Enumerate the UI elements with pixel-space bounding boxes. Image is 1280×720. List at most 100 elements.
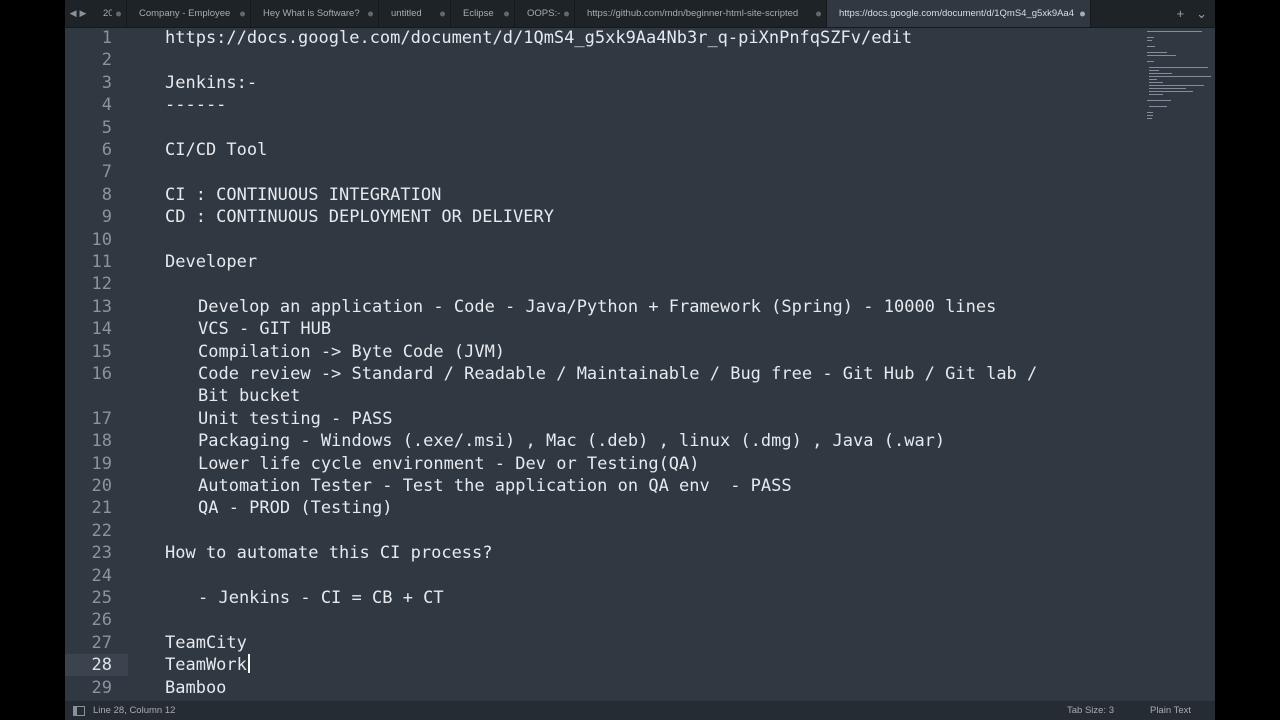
line-text: CI : CONTINUOUS INTEGRATION: [165, 184, 441, 206]
chevron-right-icon[interactable]: ▶: [80, 8, 87, 19]
tab-label: OOPS:-: [527, 8, 560, 19]
editor-line[interactable]: 7: [65, 161, 1143, 183]
tab-label: Company - Employee: [139, 8, 231, 19]
editor-line[interactable]: 24: [65, 565, 1143, 587]
text-editor[interactable]: 1 https://docs.google.com/document/d/1QmS…: [65, 27, 1143, 701]
tab-label: untitled: [391, 8, 422, 19]
tab-size-indicator[interactable]: Tab Size: 3: [1067, 705, 1114, 716]
editor-line[interactable]: 21 QA - PROD (Testing): [65, 497, 1143, 519]
editor-line[interactable]: 27 TeamCity: [65, 632, 1143, 654]
editor-line[interactable]: 28 TeamWork: [65, 654, 1143, 676]
editor-line[interactable]: 2: [65, 49, 1143, 71]
cursor-position[interactable]: Line 28, Column 12: [93, 705, 175, 716]
tab-close-icon[interactable]: [816, 11, 821, 16]
minimap-line: [1149, 76, 1211, 77]
line-number: 5: [101, 117, 112, 138]
line-number: 10: [91, 229, 112, 250]
editor-line[interactable]: 1 https://docs.google.com/document/d/1QmS…: [65, 27, 1143, 49]
editor-line[interactable]: 18 Packaging - Windows (.exe/.msi) , Mac …: [65, 430, 1143, 452]
minimap-line: [1147, 61, 1154, 62]
editor-line[interactable]: 23 How to automate this CI process?: [65, 542, 1143, 564]
line-text: Bit bucket: [198, 385, 300, 407]
line-text: https://docs.google.com/document/d/1QmS4…: [165, 27, 912, 49]
tab-overflow-icon[interactable]: ⌄: [1196, 6, 1207, 22]
line-content: Compilation -> Byte Code (JVM): [198, 341, 506, 362]
editor-line[interactable]: 26: [65, 609, 1143, 631]
minimap-line: [1149, 85, 1204, 86]
editor-line[interactable]: 29 Bamboo: [65, 677, 1143, 699]
minimap-line: [1149, 79, 1157, 80]
text-cursor: [247, 654, 250, 674]
editor-window: ◀ ▶ 2011 Company - Employee Hey What is So…: [65, 0, 1215, 720]
editor-line[interactable]: 9 CD : CONTINUOUS DEPLOYMENT OR DELIVERY: [65, 206, 1143, 228]
line-number: 6: [101, 140, 112, 160]
editor-line[interactable]: 20 Automation Tester - Test the applicati…: [65, 475, 1143, 497]
panel-toggle-icon[interactable]: [73, 705, 85, 716]
line-text: VCS - GIT HUB: [198, 318, 331, 340]
tab-item[interactable]: Eclipse: [451, 0, 515, 27]
minimap-line: [1149, 82, 1164, 83]
tab-navigation[interactable]: ◀ ▶: [65, 0, 91, 27]
editor-line[interactable]: 15 Compilation -> Byte Code (JVM): [65, 341, 1143, 363]
line-text: Packaging - Windows (.exe/.msi) , Mac (.…: [198, 430, 945, 452]
editor-line[interactable]: 14 VCS - GIT HUB: [65, 318, 1143, 340]
line-content: ------: [165, 95, 227, 116]
line-number: 26: [91, 610, 112, 631]
line-content: TeamWork: [165, 655, 247, 676]
tab-item[interactable]: 2011: [91, 0, 127, 27]
editor-line[interactable]: 11 Developer: [65, 251, 1143, 273]
line-number: 9: [101, 207, 112, 228]
chevron-left-icon[interactable]: ◀: [70, 8, 77, 19]
tab-item[interactable]: OOPS:-: [515, 0, 575, 27]
tab-close-icon[interactable]: [368, 11, 373, 16]
tab-close-icon[interactable]: [240, 11, 245, 16]
editor-line[interactable]: 16 Code review -> Standard / Readable / M…: [65, 363, 1143, 385]
syntax-indicator[interactable]: Plain Text: [1150, 705, 1191, 716]
editor-line[interactable]: 3 Jenkins:-: [65, 72, 1143, 94]
line-text: Compilation -> Byte Code (JVM): [198, 341, 505, 363]
tab-close-icon[interactable]: [504, 11, 509, 16]
editor-line[interactable]: 10: [65, 229, 1143, 251]
editor-line[interactable]: 4 ------: [65, 94, 1143, 116]
tab-item[interactable]: Hey What is Software?: [251, 0, 379, 27]
editor-line[interactable]: 6 CI/CD Tool: [65, 139, 1143, 161]
editor-line[interactable]: 13 Develop an application - Code - Java/P…: [65, 296, 1143, 318]
line-content: Develop an application - Code - Java/Pyt…: [198, 296, 997, 317]
line-text: TeamCity: [165, 632, 247, 654]
editor-line[interactable]: 19 Lower life cycle environment - Dev or …: [65, 453, 1143, 475]
tab-item[interactable]: https://docs.google.com/document/d/1QmS4…: [827, 0, 1091, 27]
minimap-line: [1149, 91, 1193, 92]
tab-close-icon[interactable]: [1080, 11, 1085, 16]
minimap-line: [1147, 37, 1154, 38]
editor-line[interactable]: 22: [65, 520, 1143, 542]
editor-line[interactable]: 17 Unit testing - PASS: [65, 408, 1143, 430]
editor-line[interactable]: 8 CI : CONTINUOUS INTEGRATION: [65, 184, 1143, 206]
line-content: Bamboo: [165, 677, 227, 698]
line-number: 28: [91, 655, 112, 676]
tab-item[interactable]: Company - Employee: [127, 0, 251, 27]
new-tab-icon[interactable]: +: [1177, 6, 1185, 21]
line-text: ------: [165, 94, 226, 116]
tab-close-icon[interactable]: [116, 11, 121, 16]
tab-label: Hey What is Software?: [263, 8, 360, 19]
tab-item[interactable]: https://github.com/mdn/beginner-html-sit…: [575, 0, 827, 27]
line-content: QA - PROD (Testing): [198, 498, 393, 519]
line-number: 14: [91, 319, 112, 340]
line-number: 13: [91, 296, 112, 317]
editor-line[interactable]: 12: [65, 273, 1143, 295]
line-content: https://docs.google.com/document/d/1QmS4…: [165, 28, 913, 48]
minimap[interactable]: [1145, 27, 1215, 407]
minimap-line: [1149, 88, 1186, 89]
editor-line[interactable]: 5: [65, 117, 1143, 139]
editor-line[interactable]: Bit bucket: [65, 385, 1143, 407]
tab-close-icon[interactable]: [564, 11, 569, 16]
tab-close-icon[interactable]: [440, 11, 445, 16]
minimap-line: [1147, 118, 1152, 119]
line-number: 27: [91, 632, 112, 653]
line-number: 22: [91, 520, 112, 541]
tab-item[interactable]: untitled: [379, 0, 451, 27]
editor-line[interactable]: 25 - Jenkins - CI = CB + CT: [65, 587, 1143, 609]
line-content: - Jenkins - CI = CB + CT: [198, 588, 444, 608]
line-text: Developer: [165, 251, 257, 273]
line-number: 18: [91, 431, 112, 452]
